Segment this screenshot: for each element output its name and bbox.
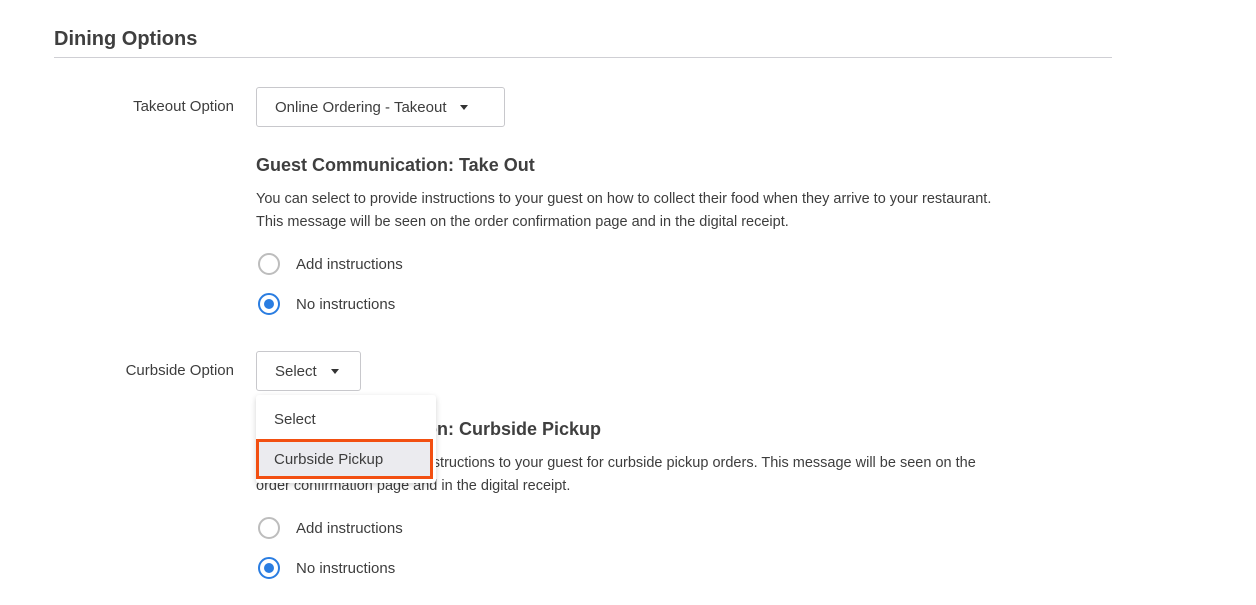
curbside-selected-value: Select	[275, 362, 317, 380]
radio-checked-icon[interactable]	[258, 293, 280, 315]
radio-unchecked-icon[interactable]	[258, 253, 280, 275]
curbside-radio-add-instructions[interactable]: Add instructions	[258, 517, 403, 539]
radio-label: No instructions	[296, 295, 396, 313]
radio-label: Add instructions	[296, 255, 403, 273]
takeout-option-select[interactable]: Online Ordering - Takeout	[256, 87, 505, 127]
radio-label: Add instructions	[296, 519, 403, 537]
curbside-option-label: Curbside Option	[125, 362, 234, 379]
takeout-description-line1: You can select to provide instructions t…	[256, 191, 992, 207]
curbside-radio-no-instructions[interactable]: No instructions	[258, 557, 395, 579]
radio-checked-icon[interactable]	[258, 557, 280, 579]
caret-down-icon	[460, 104, 469, 110]
section-divider	[54, 57, 1112, 58]
section-title: Dining Options	[54, 28, 198, 50]
takeout-radio-no-instructions[interactable]: No instructions	[258, 293, 395, 315]
radio-unchecked-icon[interactable]	[258, 517, 280, 539]
takeout-option-label: Takeout Option	[133, 98, 234, 115]
curbside-dropdown-menu: Select Curbside Pickup	[256, 395, 436, 483]
curbside-option-select[interactable]: Select	[256, 351, 361, 391]
takeout-selected-value: Online Ordering - Takeout	[275, 98, 447, 116]
takeout-description-line2: This message will be seen on the order c…	[256, 214, 789, 230]
radio-label: No instructions	[296, 559, 396, 577]
takeout-radio-add-instructions[interactable]: Add instructions	[258, 253, 403, 275]
menu-item-select[interactable]: Select	[256, 399, 436, 439]
caret-down-icon	[330, 368, 339, 374]
takeout-guest-comm-title: Guest Communication: Take Out	[256, 155, 535, 175]
takeout-description: You can select to provide instructions t…	[256, 188, 1116, 234]
menu-item-curbside-pickup[interactable]: Curbside Pickup	[256, 439, 433, 479]
